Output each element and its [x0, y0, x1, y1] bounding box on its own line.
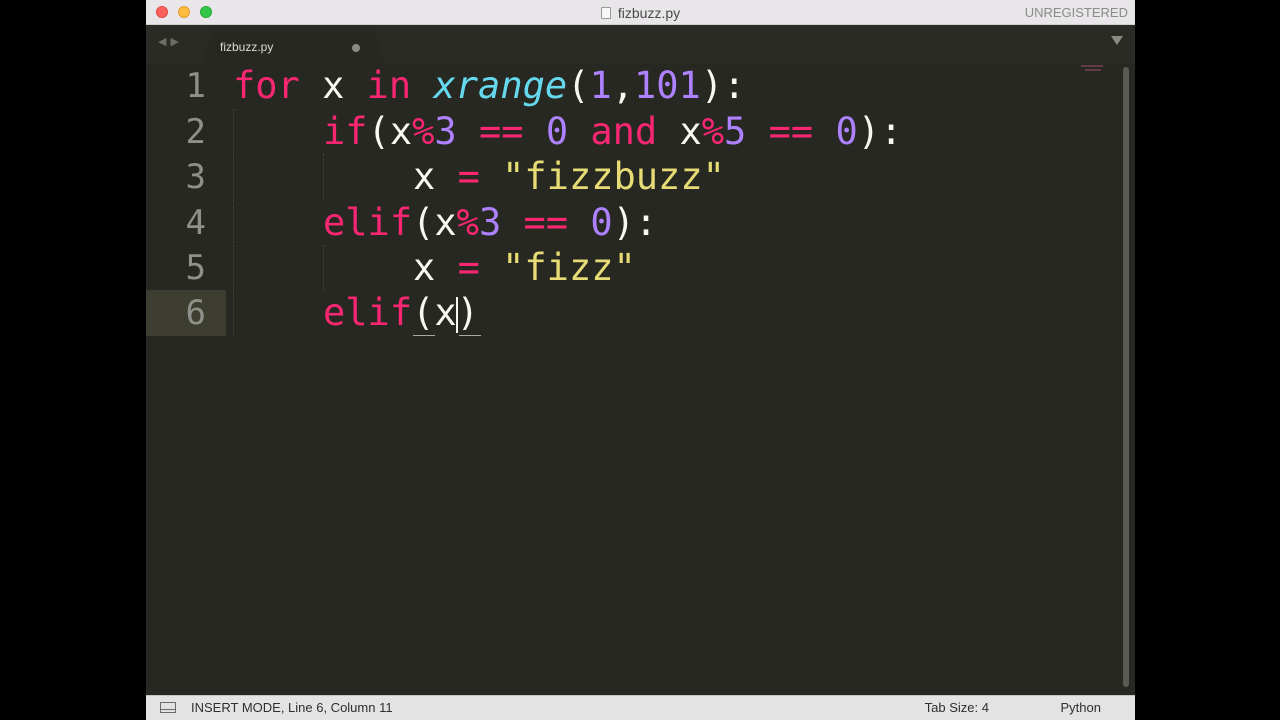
keyword-token: for	[233, 64, 300, 107]
keyword-token: and	[590, 110, 658, 153]
code-line-1: for x in xrange(1,101):	[233, 63, 745, 109]
tab-bar: ◀▶ fizbuzz.py	[146, 25, 1135, 63]
line-number: 1	[185, 66, 206, 106]
minimap-line	[1085, 69, 1101, 71]
indent-guide	[233, 290, 234, 336]
code-token: ):	[612, 201, 658, 244]
code-token: (x	[412, 291, 457, 334]
code-token: ,	[611, 64, 634, 107]
keyword-token: elif	[323, 291, 413, 334]
number-token: 101	[634, 64, 701, 107]
line-number: 6	[185, 293, 206, 333]
operator-token: ==	[523, 201, 569, 244]
unregistered-label: UNREGISTERED	[1024, 5, 1128, 20]
indent-guide	[323, 245, 324, 291]
code-line-6: elif(x)	[323, 290, 479, 336]
code-token: x	[413, 246, 458, 289]
bracket-match-underline	[459, 335, 481, 336]
minimap-line	[1081, 65, 1103, 67]
window-title: fizbuzz.py	[617, 4, 681, 21]
code-token: (	[567, 64, 590, 107]
tab-fizbuzz-py[interactable]: fizbuzz.py	[202, 31, 384, 63]
string-token: "fizz"	[502, 246, 636, 289]
syntax-selector[interactable]: Python	[1061, 696, 1101, 720]
bracket-match-underline	[413, 335, 435, 336]
tab-size-selector[interactable]: Tab Size: 4	[925, 696, 989, 720]
title-bar: fizbuzz.py UNREGISTERED	[146, 0, 1135, 25]
panel-toggle-icon[interactable]	[160, 702, 176, 713]
operator-token: %	[412, 110, 435, 153]
code-line-2: if(x%3 == 0 and x%5 == 0):	[323, 109, 902, 155]
number-token: 1	[589, 64, 612, 107]
code-token: ):	[700, 64, 746, 107]
builtin-function-token: xrange	[433, 64, 568, 107]
line-number: 2	[185, 112, 206, 152]
keyword-token: elif	[323, 201, 413, 244]
code-token: ):	[857, 110, 903, 153]
indent-guide	[233, 200, 234, 246]
vertical-scrollbar[interactable]	[1123, 67, 1129, 687]
code-token: x	[299, 64, 367, 107]
number-token: 5	[724, 110, 747, 153]
window-title-group: fizbuzz.py	[146, 0, 1135, 25]
line-number: 3	[185, 157, 206, 197]
unsaved-dot-icon[interactable]	[352, 44, 360, 52]
line-number: 5	[185, 248, 206, 288]
code-editor[interactable]: 1 2 3 4 5 6 for x in xrange(1,101): if(x…	[146, 63, 1135, 695]
code-line-3: x = "fizzbuzz"	[413, 154, 725, 200]
indent-guide	[233, 245, 234, 291]
document-icon	[600, 6, 611, 19]
operator-token: ==	[478, 110, 524, 153]
status-bar: INSERT MODE, Line 6, Column 11 Tab Size:…	[146, 695, 1135, 720]
operator-token: =	[457, 246, 480, 289]
number-token: 0	[545, 110, 569, 153]
tab-nav-arrows-icon[interactable]: ◀▶	[158, 35, 183, 48]
indent-guide	[233, 109, 234, 155]
status-mode-text: INSERT MODE, Line 6, Column 11	[191, 700, 393, 715]
code-token: (x	[412, 201, 457, 244]
code-token: x	[657, 110, 702, 153]
number-token: 3	[478, 201, 502, 244]
number-token: 0	[835, 110, 858, 153]
number-token: 3	[434, 110, 457, 153]
editor-window: fizbuzz.py UNREGISTERED ◀▶ fizbuzz.py 1 …	[146, 0, 1135, 720]
minimap[interactable]	[1081, 65, 1111, 77]
line-number: 4	[185, 203, 206, 243]
tab-label: fizbuzz.py	[220, 40, 274, 54]
code-token: x	[413, 155, 458, 198]
string-token: "fizzbuzz"	[502, 155, 725, 198]
code-token: (x	[367, 110, 413, 153]
code-line-4: elif(x%3 == 0):	[323, 200, 657, 246]
code-line-5: x = "fizz"	[413, 245, 636, 291]
indent-guide	[233, 154, 234, 200]
keyword-token: in	[366, 64, 412, 107]
chevron-down-icon[interactable]	[1111, 36, 1123, 45]
number-token: 0	[590, 201, 613, 244]
operator-token: ==	[768, 110, 814, 153]
operator-token: %	[701, 110, 725, 153]
keyword-token: if	[323, 110, 368, 153]
operator-token: %	[456, 201, 479, 244]
operator-token: =	[457, 155, 480, 198]
code-token: )	[456, 291, 479, 334]
indent-guide	[323, 154, 324, 200]
